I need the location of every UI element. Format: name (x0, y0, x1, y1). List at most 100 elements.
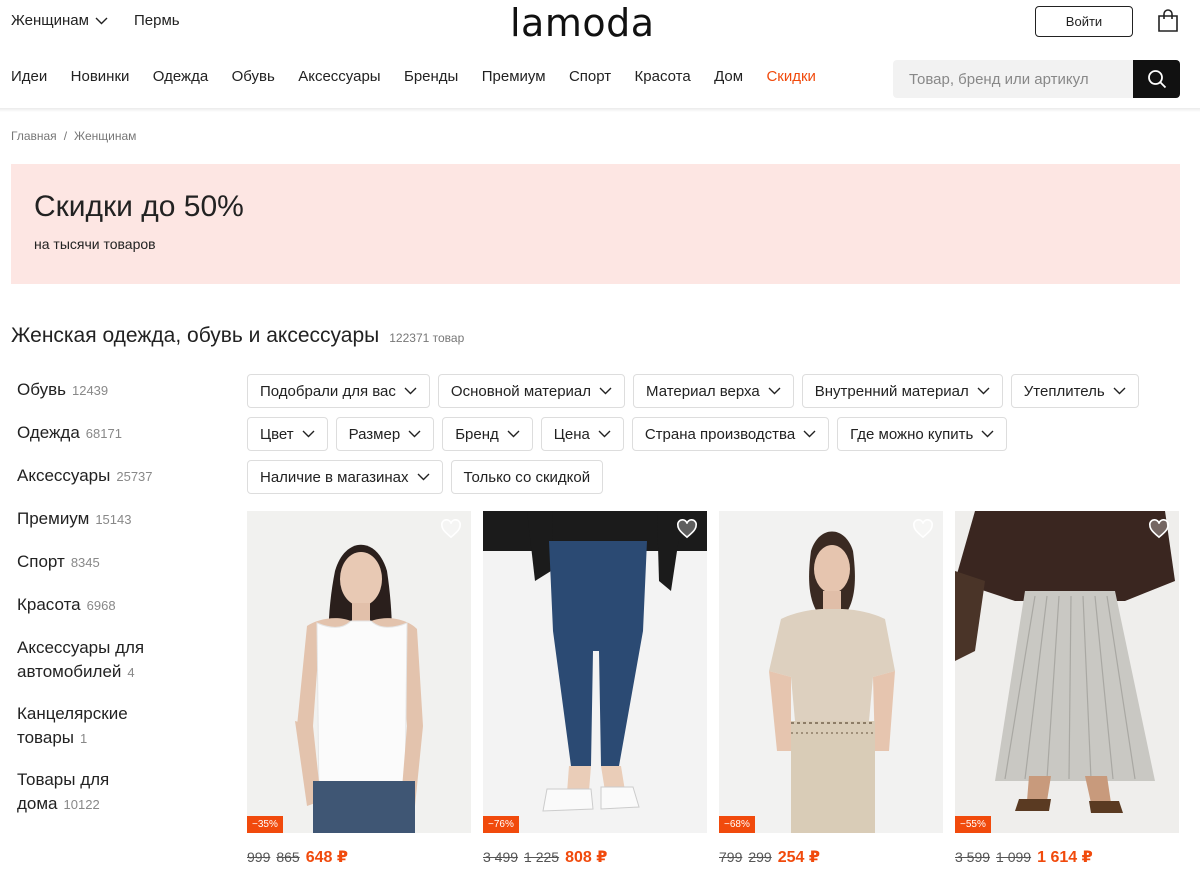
search-button[interactable] (1133, 60, 1180, 98)
nav-item-beauty[interactable]: Красота (635, 68, 691, 85)
filter-label: Цвет (260, 425, 294, 443)
sidebar-category-label: Обувь (17, 380, 66, 399)
filter-dropdown[interactable]: Материал верха (633, 374, 794, 408)
filter-label: Наличие в магазинах (260, 468, 409, 486)
chevron-down-icon (417, 473, 429, 481)
filter-dropdown[interactable]: Внутренний материал (801, 374, 1003, 408)
nav-item-shoes[interactable]: Обувь (232, 68, 275, 85)
filter-dropdown[interactable]: Страна производства (631, 417, 830, 451)
filter-dropdown[interactable]: Подобрали для вас (247, 374, 430, 408)
product-card[interactable]: −35% 999 865 648 ₽ (247, 511, 471, 872)
product-image[interactable]: −76% (483, 511, 707, 833)
sidebar-category-label: Аксессуары (17, 466, 111, 485)
sidebar-category[interactable]: Обувь 12439 (17, 378, 177, 403)
discount-only-toggle[interactable]: Только со скидкой (450, 460, 604, 494)
heart-icon[interactable] (676, 519, 698, 539)
heart-icon[interactable] (1148, 519, 1170, 539)
chevron-down-icon (95, 17, 108, 24)
nav-item-sale[interactable]: Скидки (766, 68, 815, 85)
filter-dropdown[interactable]: Размер (335, 417, 435, 451)
chevron-down-icon (507, 430, 520, 438)
nav-item-home[interactable]: Дом (714, 68, 743, 85)
discount-badge: −68% (719, 816, 755, 833)
filter-label: Утеплитель (1023, 382, 1105, 400)
sidebar-category[interactable]: Премиум 15143 (17, 507, 177, 532)
product-card[interactable]: −76% 3 499 1 225 808 ₽ (483, 511, 707, 872)
filter-dropdown[interactable]: Бренд (442, 417, 533, 451)
old-price: 799 (719, 849, 743, 865)
filter-dropdown[interactable]: Цена (540, 417, 624, 451)
sidebar-category[interactable]: Спорт 8345 (17, 550, 177, 575)
city-selector[interactable]: Пермь (134, 12, 180, 29)
breadcrumb-women[interactable]: Женщинам (74, 129, 136, 143)
price-block: 999 865 648 ₽ (247, 847, 348, 867)
chevron-down-icon (1113, 387, 1126, 395)
sidebar-category[interactable]: Канцелярские товары 1 (17, 702, 177, 751)
filter-dropdown[interactable]: Где можно купить (837, 417, 1008, 451)
product-card[interactable]: −68% 799 299 254 ₽ (719, 511, 943, 872)
filter-dropdown[interactable]: Цвет (247, 417, 328, 451)
heart-icon[interactable] (912, 519, 934, 539)
filter-row: Наличие в магазинах Только со скидкой (247, 460, 1187, 494)
sidebar-category-count: 68171 (85, 426, 122, 441)
filter-label: Цена (553, 425, 590, 443)
old-price: 3 499 (483, 849, 519, 865)
heart-icon[interactable] (440, 519, 462, 539)
chevron-down-icon (404, 387, 417, 395)
sidebar-category-label: Одежда (17, 423, 80, 442)
shopping-bag-icon[interactable] (1157, 9, 1179, 33)
search-input[interactable] (893, 60, 1133, 98)
chevron-down-icon (768, 387, 781, 395)
sidebar-category-count: 6968 (86, 598, 116, 613)
product-image[interactable]: −35% (247, 511, 471, 833)
sidebar-category-count: 12439 (71, 383, 109, 398)
lamoda-logo[interactable]: lamoda (510, 1, 655, 45)
filter-dropdown[interactable]: Основной материал (437, 374, 626, 408)
filter-label: Подобрали для вас (260, 382, 396, 400)
chevron-down-icon (408, 430, 421, 438)
filter-label: Где можно купить (850, 425, 974, 443)
nav-item-accessories[interactable]: Аксессуары (298, 68, 380, 85)
product-image[interactable]: −55% (955, 511, 1179, 833)
product-image[interactable]: −68% (719, 511, 943, 833)
chevron-down-icon (302, 430, 315, 438)
breadcrumb-separator: / (63, 129, 68, 143)
page-heading: Женская одежда, обувь и аксессуары 12237… (11, 324, 464, 348)
sidebar-category[interactable]: Одежда 68171 (17, 421, 177, 446)
nav-item-ideas[interactable]: Идеи (11, 68, 47, 85)
price-block: 799 299 254 ₽ (719, 847, 820, 867)
old-price: 3 599 (955, 849, 991, 865)
sidebar-category-count: 1 (80, 731, 88, 746)
filter-row: Подобрали для вас Основной материал Матери… (247, 374, 1187, 408)
main-navigation: Идеи Новинки Одежда Обувь Аксессуары Бренды Пр… (0, 56, 1200, 102)
filter-label: Материал верха (646, 382, 760, 400)
previous-price: 865 (276, 849, 300, 865)
nav-item-brands[interactable]: Бренды (404, 68, 458, 85)
header-divider (0, 108, 1200, 112)
sidebar-category[interactable]: Аксессуары для автомобилей 4 (17, 636, 177, 685)
gender-selector[interactable]: Женщинам (11, 12, 108, 29)
breadcrumb-home[interactable]: Главная (11, 129, 57, 143)
sidebar-category[interactable]: Красота 6968 (17, 593, 177, 618)
product-card[interactable]: −55% 3 599 1 099 1 614 ₽ (955, 511, 1179, 872)
sidebar-category[interactable]: Товары для дома 10122 (17, 768, 177, 817)
promo-banner[interactable]: Скидки до 50% на тысячи товаров (11, 164, 1180, 284)
nav-item-sport[interactable]: Спорт (569, 68, 611, 85)
filter-label: Основной материал (450, 382, 592, 400)
sidebar-category[interactable]: Аксессуары 25737 (17, 464, 177, 489)
old-price: 999 (247, 849, 271, 865)
nav-item-clothing[interactable]: Одежда (153, 68, 208, 85)
filter-label: Бренд (455, 425, 499, 443)
login-button[interactable]: Войти (1035, 6, 1133, 37)
search-bar (893, 60, 1180, 98)
filter-row: Цвет Размер Бренд Цена Страна производства Гд… (247, 417, 1187, 451)
filter-dropdown[interactable]: Наличие в магазинах (247, 460, 443, 494)
filter-dropdown[interactable]: Утеплитель (1010, 374, 1139, 408)
nav-item-new[interactable]: Новинки (71, 68, 130, 85)
breadcrumb: Главная / Женщинам (11, 129, 136, 143)
discount-badge: −35% (247, 816, 283, 833)
product-grid: −35% 999 865 648 ₽ −76% 3 499 1 225 808 … (247, 511, 1187, 872)
previous-price: 299 (748, 849, 772, 865)
nav-item-premium[interactable]: Премиум (482, 68, 546, 85)
current-price: 254 ₽ (777, 849, 820, 866)
